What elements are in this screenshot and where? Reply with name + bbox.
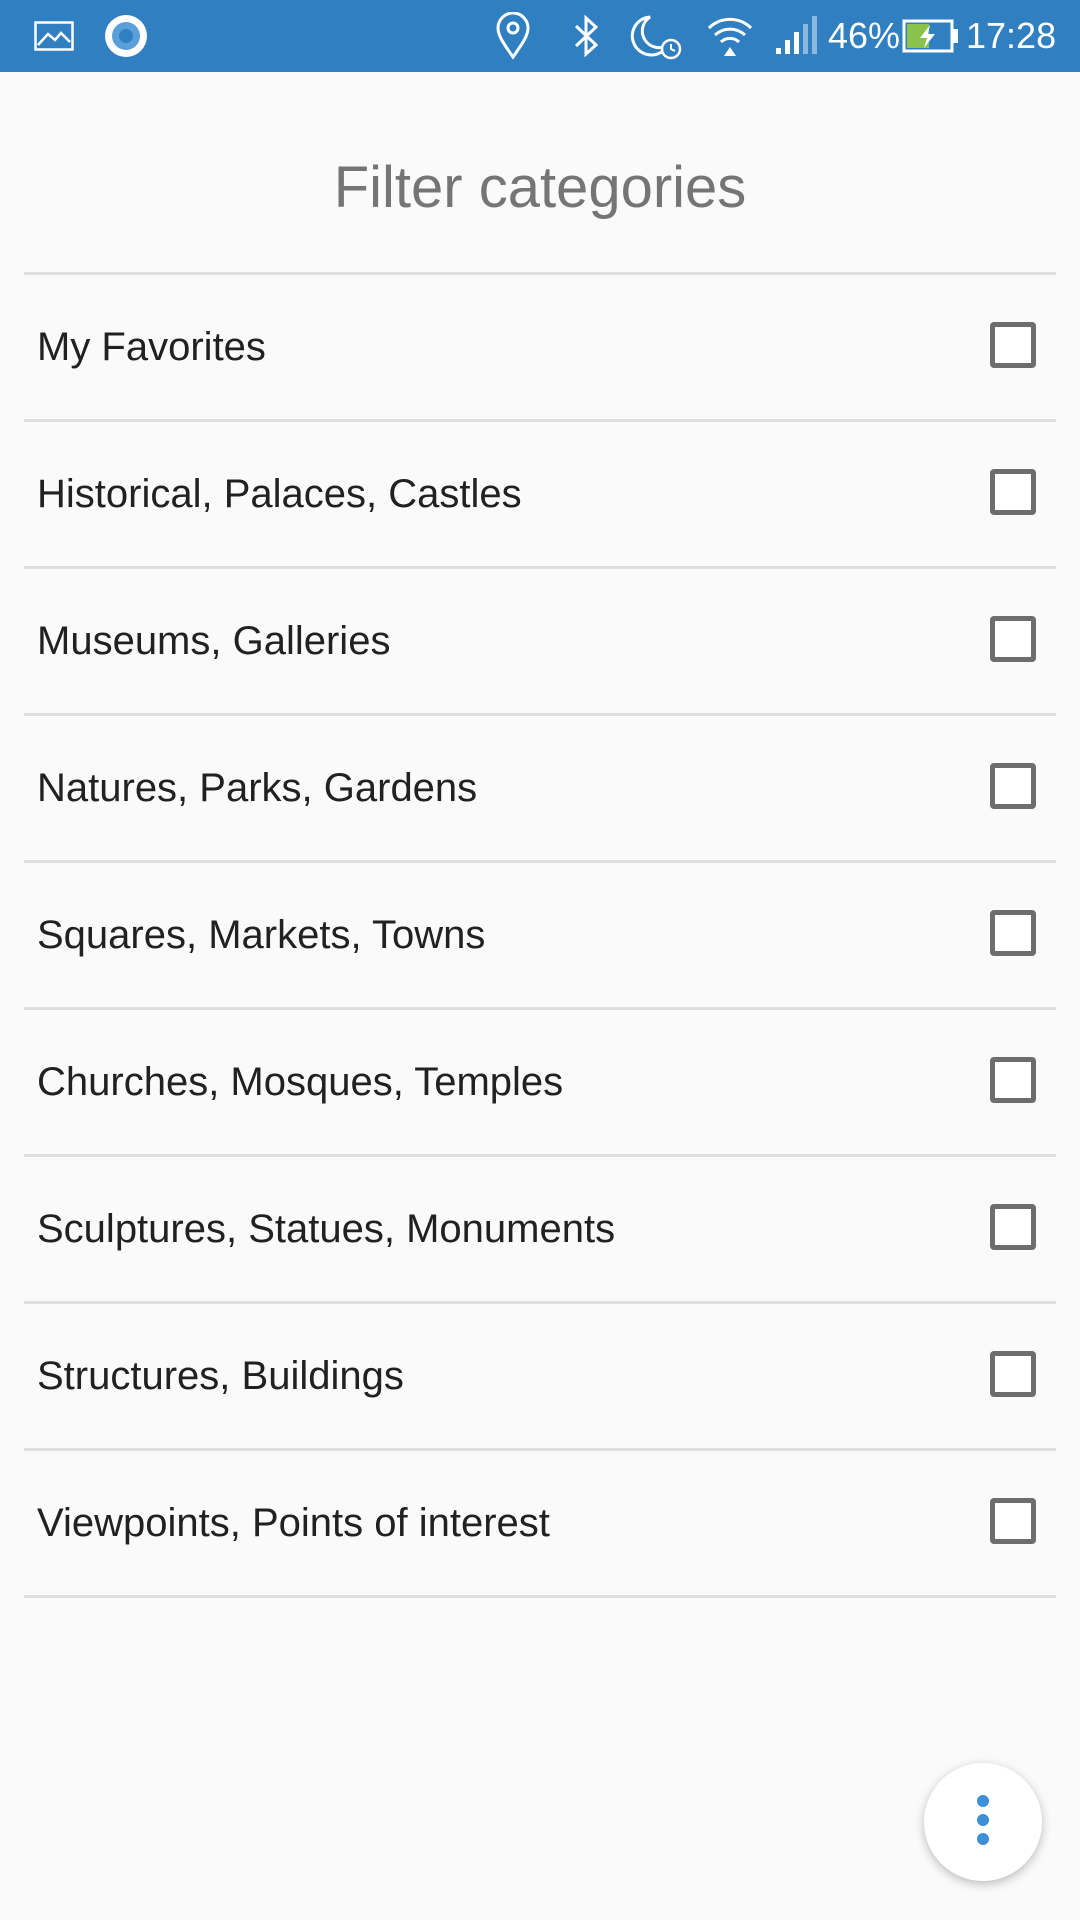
more-options-button[interactable] [924, 1763, 1042, 1881]
location-icon [494, 0, 532, 72]
category-row-sculptures[interactable]: Sculptures, Statues, Monuments [24, 1157, 1056, 1304]
signal-icon [774, 0, 820, 72]
category-row-viewpoints[interactable]: Viewpoints, Points of interest [24, 1451, 1056, 1598]
clock: 17:28 [966, 15, 1057, 56]
category-row-my-favorites[interactable]: My Favorites [24, 275, 1056, 422]
category-checkbox[interactable] [990, 910, 1036, 956]
category-row-squares[interactable]: Squares, Markets, Towns [24, 863, 1056, 1010]
category-row-churches[interactable]: Churches, Mosques, Temples [24, 1010, 1056, 1157]
category-label: Churches, Mosques, Temples [37, 1060, 564, 1104]
category-list: My Favorites Historical, Palaces, Castle… [24, 272, 1056, 1598]
category-checkbox[interactable] [990, 1498, 1036, 1544]
category-label: Sculptures, Statues, Monuments [37, 1207, 616, 1251]
do-not-disturb-alarm-icon [628, 0, 684, 72]
battery-charging-icon [902, 0, 960, 72]
category-checkbox[interactable] [990, 763, 1036, 809]
category-checkbox[interactable] [990, 1351, 1036, 1397]
category-label: Historical, Palaces, Castles [37, 472, 522, 516]
category-row-structures[interactable]: Structures, Buildings [24, 1304, 1056, 1451]
record-icon [104, 0, 148, 72]
category-checkbox[interactable] [990, 1057, 1036, 1103]
category-label: Museums, Galleries [37, 619, 391, 663]
status-bar: 46% 17:28 [0, 0, 1080, 72]
page-title: Filter categories [333, 155, 747, 220]
category-row-museums[interactable]: Museums, Galleries [24, 569, 1056, 716]
category-label: Natures, Parks, Gardens [37, 766, 478, 810]
category-row-historical[interactable]: Historical, Palaces, Castles [24, 422, 1056, 569]
wifi-icon [706, 0, 754, 72]
category-checkbox[interactable] [990, 322, 1036, 368]
category-checkbox[interactable] [990, 616, 1036, 662]
image-icon [34, 0, 74, 72]
category-checkbox[interactable] [990, 469, 1036, 515]
category-checkbox[interactable] [990, 1204, 1036, 1250]
category-row-natures[interactable]: Natures, Parks, Gardens [24, 716, 1056, 863]
more-vert-icon [973, 1792, 993, 1853]
category-label: My Favorites [37, 325, 266, 369]
category-label: Squares, Markets, Towns [37, 913, 486, 957]
bluetooth-icon [570, 0, 602, 72]
category-label: Viewpoints, Points of interest [37, 1501, 550, 1545]
category-label: Structures, Buildings [37, 1354, 404, 1398]
battery-percentage: 46% [828, 15, 901, 56]
